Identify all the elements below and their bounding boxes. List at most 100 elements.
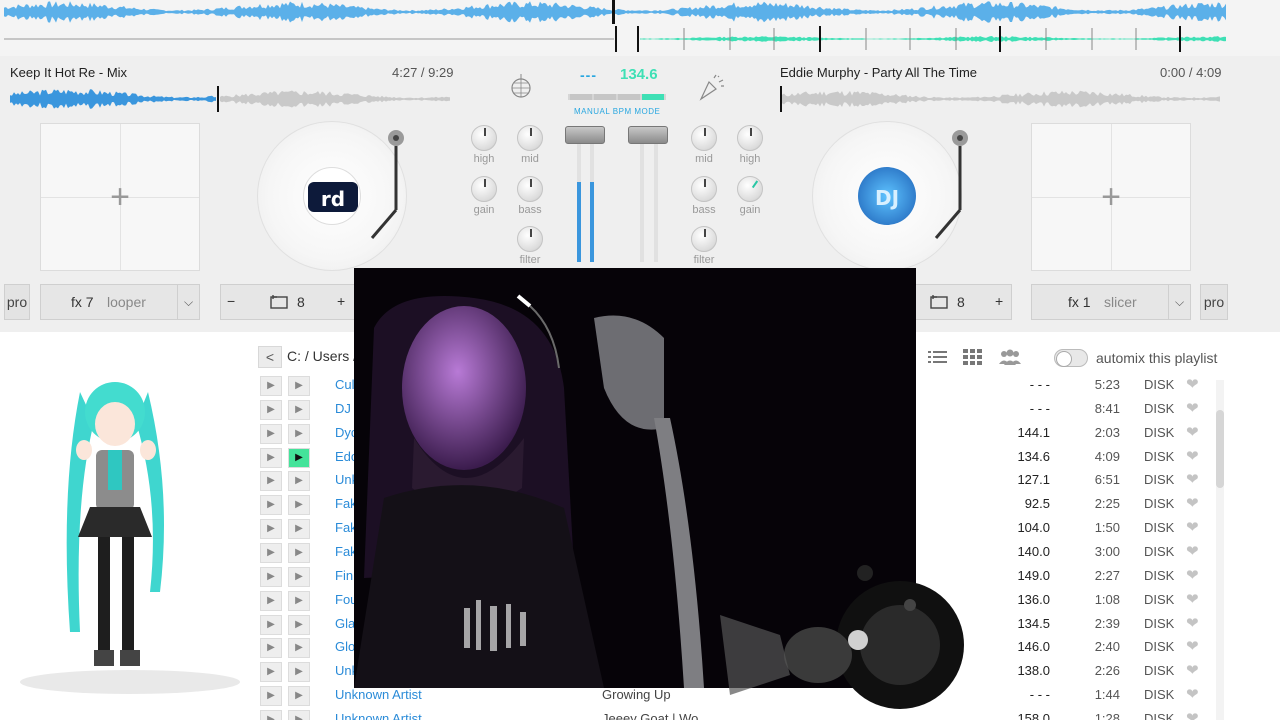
heart-icon[interactable]: ❤ <box>1186 566 1199 584</box>
play-button[interactable]: ▶ <box>288 590 310 611</box>
library-scrollbar[interactable] <box>1216 380 1224 720</box>
play-button[interactable]: ▶ <box>288 376 310 396</box>
play-button[interactable]: ▶ <box>288 471 310 492</box>
play-button[interactable]: ▶ <box>288 495 310 516</box>
party-popper-icon[interactable] <box>696 72 726 102</box>
knob[interactable] <box>737 125 763 151</box>
left-fx-selector[interactable]: fx 7 looper ⌵ <box>40 284 200 320</box>
knob[interactable] <box>517 226 543 252</box>
left-eq-high-knob[interactable]: high <box>464 125 504 165</box>
right-eq-high-knob[interactable]: high <box>730 125 770 165</box>
scrollbar-thumb[interactable] <box>1216 410 1224 488</box>
heart-icon[interactable]: ❤ <box>1186 375 1199 393</box>
right-fx-pad[interactable]: + <box>1031 123 1191 271</box>
heart-icon[interactable]: ❤ <box>1186 470 1199 488</box>
right-tonearm[interactable] <box>930 122 970 242</box>
prelisten-button[interactable]: ▶ <box>260 423 282 444</box>
knob[interactable] <box>471 125 497 151</box>
left-tonearm[interactable] <box>366 122 406 242</box>
heart-icon[interactable]: ❤ <box>1186 590 1199 608</box>
prelisten-button[interactable]: ▶ <box>260 471 282 492</box>
list-icon[interactable] <box>928 348 948 371</box>
knob[interactable] <box>737 176 763 202</box>
prelisten-button[interactable]: ▶ <box>260 519 282 540</box>
automix-label[interactable]: automix this playlist <box>1096 350 1217 366</box>
play-button[interactable]: ▶ <box>288 423 310 444</box>
prelisten-button[interactable]: ▶ <box>260 495 282 516</box>
grid-icon[interactable] <box>962 348 982 371</box>
bpm-bar[interactable] <box>568 94 666 100</box>
prelisten-button[interactable]: ▶ <box>260 399 282 420</box>
right-eq-mid-knob[interactable]: mid <box>684 125 724 165</box>
track-title[interactable]: Growing Up <box>602 687 671 702</box>
right-mini-waveform[interactable] <box>780 86 1220 112</box>
knob[interactable] <box>691 176 717 202</box>
play-button[interactable]: ▶ <box>288 542 310 563</box>
heart-icon[interactable]: ❤ <box>1186 685 1199 703</box>
knob[interactable] <box>471 176 497 202</box>
waveform-overview[interactable] <box>0 0 1280 56</box>
right-filter-knob[interactable]: filter <box>684 226 724 266</box>
track-artist[interactable]: Glo <box>335 639 355 654</box>
heart-icon[interactable]: ❤ <box>1186 518 1199 536</box>
knob[interactable] <box>691 125 717 151</box>
chevron-down-icon[interactable]: ⌵ <box>1168 285 1190 319</box>
track-artist[interactable]: Unknown Artist <box>335 687 422 702</box>
prelisten-button[interactable]: ▶ <box>260 376 282 396</box>
heart-icon[interactable]: ❤ <box>1186 494 1199 512</box>
loop-plus-button[interactable]: + <box>337 293 345 309</box>
left-gain-knob[interactable]: gain <box>464 176 504 216</box>
heart-icon[interactable]: ❤ <box>1186 614 1199 632</box>
users-icon[interactable] <box>998 348 1022 371</box>
heart-icon[interactable]: ❤ <box>1186 661 1199 679</box>
heart-icon[interactable]: ❤ <box>1186 447 1199 465</box>
heart-icon[interactable]: ❤ <box>1186 709 1199 720</box>
play-button[interactable]: ▶ <box>288 686 310 707</box>
track-artist[interactable]: Cul <box>335 377 355 392</box>
chevron-down-icon[interactable]: ⌵ <box>177 285 199 319</box>
right-bpm-display[interactable]: 134.6 <box>620 66 658 83</box>
play-button[interactable]: ▶ <box>288 447 310 468</box>
prelisten-button[interactable]: ▶ <box>260 590 282 611</box>
track-title[interactable]: Jeeey Goat | Wo <box>602 711 698 720</box>
prelisten-button[interactable]: ▶ <box>260 566 282 587</box>
left-pro-button[interactable]: pro <box>4 284 30 320</box>
knob[interactable] <box>517 125 543 151</box>
play-button[interactable]: ▶ <box>288 399 310 420</box>
heart-icon[interactable]: ❤ <box>1186 399 1199 417</box>
right-eq-bass-knob[interactable]: bass <box>684 176 724 216</box>
prelisten-button[interactable]: ▶ <box>260 638 282 659</box>
right-overview-wave[interactable] <box>4 26 1226 52</box>
right-gain-knob[interactable]: gain <box>730 176 770 216</box>
prelisten-button[interactable]: ▶ <box>260 447 282 468</box>
knob[interactable] <box>691 226 717 252</box>
prelisten-button[interactable]: ▶ <box>260 686 282 707</box>
play-button[interactable]: ▶ <box>288 662 310 683</box>
left-eq-mid-knob[interactable]: mid <box>510 125 550 165</box>
prelisten-button[interactable]: ▶ <box>260 662 282 683</box>
prelisten-button[interactable]: ▶ <box>260 542 282 563</box>
breadcrumb[interactable]: C: / Users / <box>287 348 357 364</box>
back-button[interactable]: < <box>258 346 282 368</box>
loop-plus-button[interactable]: + <box>995 293 1003 309</box>
play-button[interactable]: ▶ <box>288 566 310 587</box>
heart-icon[interactable]: ❤ <box>1186 423 1199 441</box>
prelisten-button[interactable]: ▶ <box>260 709 282 720</box>
left-fx-pad[interactable]: + <box>40 123 200 271</box>
right-fx-selector[interactable]: fx 1 slicer ⌵ <box>1031 284 1191 320</box>
play-button[interactable]: ▶ <box>288 638 310 659</box>
track-artist[interactable]: Gla <box>335 616 355 631</box>
track-artist[interactable]: Unknown Artist <box>335 711 422 720</box>
heart-icon[interactable]: ❤ <box>1186 542 1199 560</box>
automix-toggle[interactable] <box>1054 349 1088 367</box>
play-button[interactable]: ▶ <box>288 709 310 720</box>
left-filter-knob[interactable]: filter <box>510 226 550 266</box>
prelisten-button[interactable]: ▶ <box>260 614 282 635</box>
play-button[interactable]: ▶ <box>288 614 310 635</box>
right-pro-button[interactable]: pro <box>1200 284 1228 320</box>
track-artist[interactable]: Fin <box>335 568 353 583</box>
track-artist[interactable]: DJ <box>335 401 351 416</box>
heart-icon[interactable]: ❤ <box>1186 637 1199 655</box>
right-volume-fader[interactable] <box>628 126 668 144</box>
left-eq-bass-knob[interactable]: bass <box>510 176 550 216</box>
